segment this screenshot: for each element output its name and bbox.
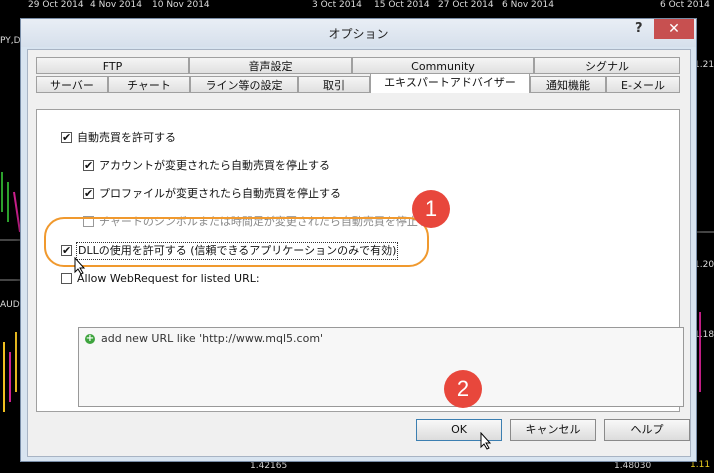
checkbox-stop-on-account-change[interactable]: ✔ — [83, 160, 94, 171]
left-chart-svg — [0, 172, 22, 412]
chart-date: 27 Oct 2014 — [438, 0, 494, 10]
dialog-title: オプション — [328, 27, 389, 41]
label-stop-on-profile-change: プロファイルが変更されたら自動売買を停止する — [99, 187, 341, 200]
add-url-text[interactable]: add new URL like 'http://www.mql5.com' — [101, 332, 323, 345]
chart-date: 10 Nov 2014 — [152, 0, 210, 10]
step-badge-2: 2 — [444, 370, 482, 408]
tab-trade[interactable]: 取引 — [298, 76, 370, 93]
close-button[interactable]: ✕ — [654, 19, 694, 39]
chart-date: 6 Nov 2014 — [502, 0, 554, 10]
tab-server[interactable]: サーバー — [36, 76, 108, 93]
dll-highlight-oval — [44, 217, 429, 267]
right-price-label: 1.20 — [694, 260, 714, 270]
chart-date: 4 Nov 2014 — [90, 0, 142, 10]
checkbox-stop-on-profile-change[interactable]: ✔ — [83, 188, 94, 199]
tab-email[interactable]: E-メール — [606, 76, 680, 93]
tab-community[interactable]: Community — [352, 57, 534, 74]
bottom-price-label: 1.48030 — [614, 461, 652, 471]
step-badge-1: 1 — [412, 190, 450, 228]
help-button[interactable]: ヘルプ — [604, 419, 690, 441]
tab-ftp[interactable]: FTP — [36, 57, 189, 74]
right-price-label: 1.18 — [694, 330, 714, 340]
left-symbol-label: AUD — [0, 300, 20, 310]
url-list[interactable]: + add new URL like 'http://www.mql5.com' — [78, 327, 684, 407]
mouse-cursor-icon — [480, 432, 492, 450]
tab-expert-advisors[interactable]: エキスパートアドバイザー — [370, 73, 530, 93]
checkbox-allow-auto-trading[interactable]: ✔ — [61, 132, 72, 143]
cancel-button[interactable]: キャンセル — [510, 419, 596, 441]
chart-date: 15 Oct 2014 — [374, 0, 430, 10]
dialog-titlebar[interactable]: オプション ? ✕ — [21, 19, 696, 47]
chart-date: 3 Oct 2014 — [312, 0, 362, 10]
chart-date: 29 Oct 2014 — [28, 0, 84, 10]
chart-date: 6 Oct 2014 — [660, 0, 710, 10]
bottom-price-label: 1.42165 — [250, 461, 288, 471]
help-question-icon[interactable]: ? — [635, 21, 643, 36]
left-symbol-label: PY,D — [0, 36, 21, 46]
tab-objects[interactable]: ライン等の設定 — [190, 76, 298, 93]
tab-notifications[interactable]: 通知機能 — [530, 76, 606, 93]
mouse-cursor-icon — [74, 257, 86, 275]
tab-signals[interactable]: シグナル — [534, 57, 680, 74]
tab-chart[interactable]: チャート — [108, 76, 190, 93]
tab-sound[interactable]: 音声設定 — [189, 57, 352, 74]
checkbox-allow-webrequest[interactable] — [61, 273, 72, 284]
add-url-icon[interactable]: + — [85, 334, 95, 344]
label-stop-on-account-change: アカウントが変更されたら自動売買を停止する — [99, 159, 330, 172]
left-chart-fragment — [0, 12, 22, 473]
label-allow-webrequest: Allow WebRequest for listed URL: — [77, 272, 260, 285]
label-allow-auto-trading: 自動売買を許可する — [77, 131, 176, 144]
right-price-label: 1.21 — [694, 60, 714, 70]
